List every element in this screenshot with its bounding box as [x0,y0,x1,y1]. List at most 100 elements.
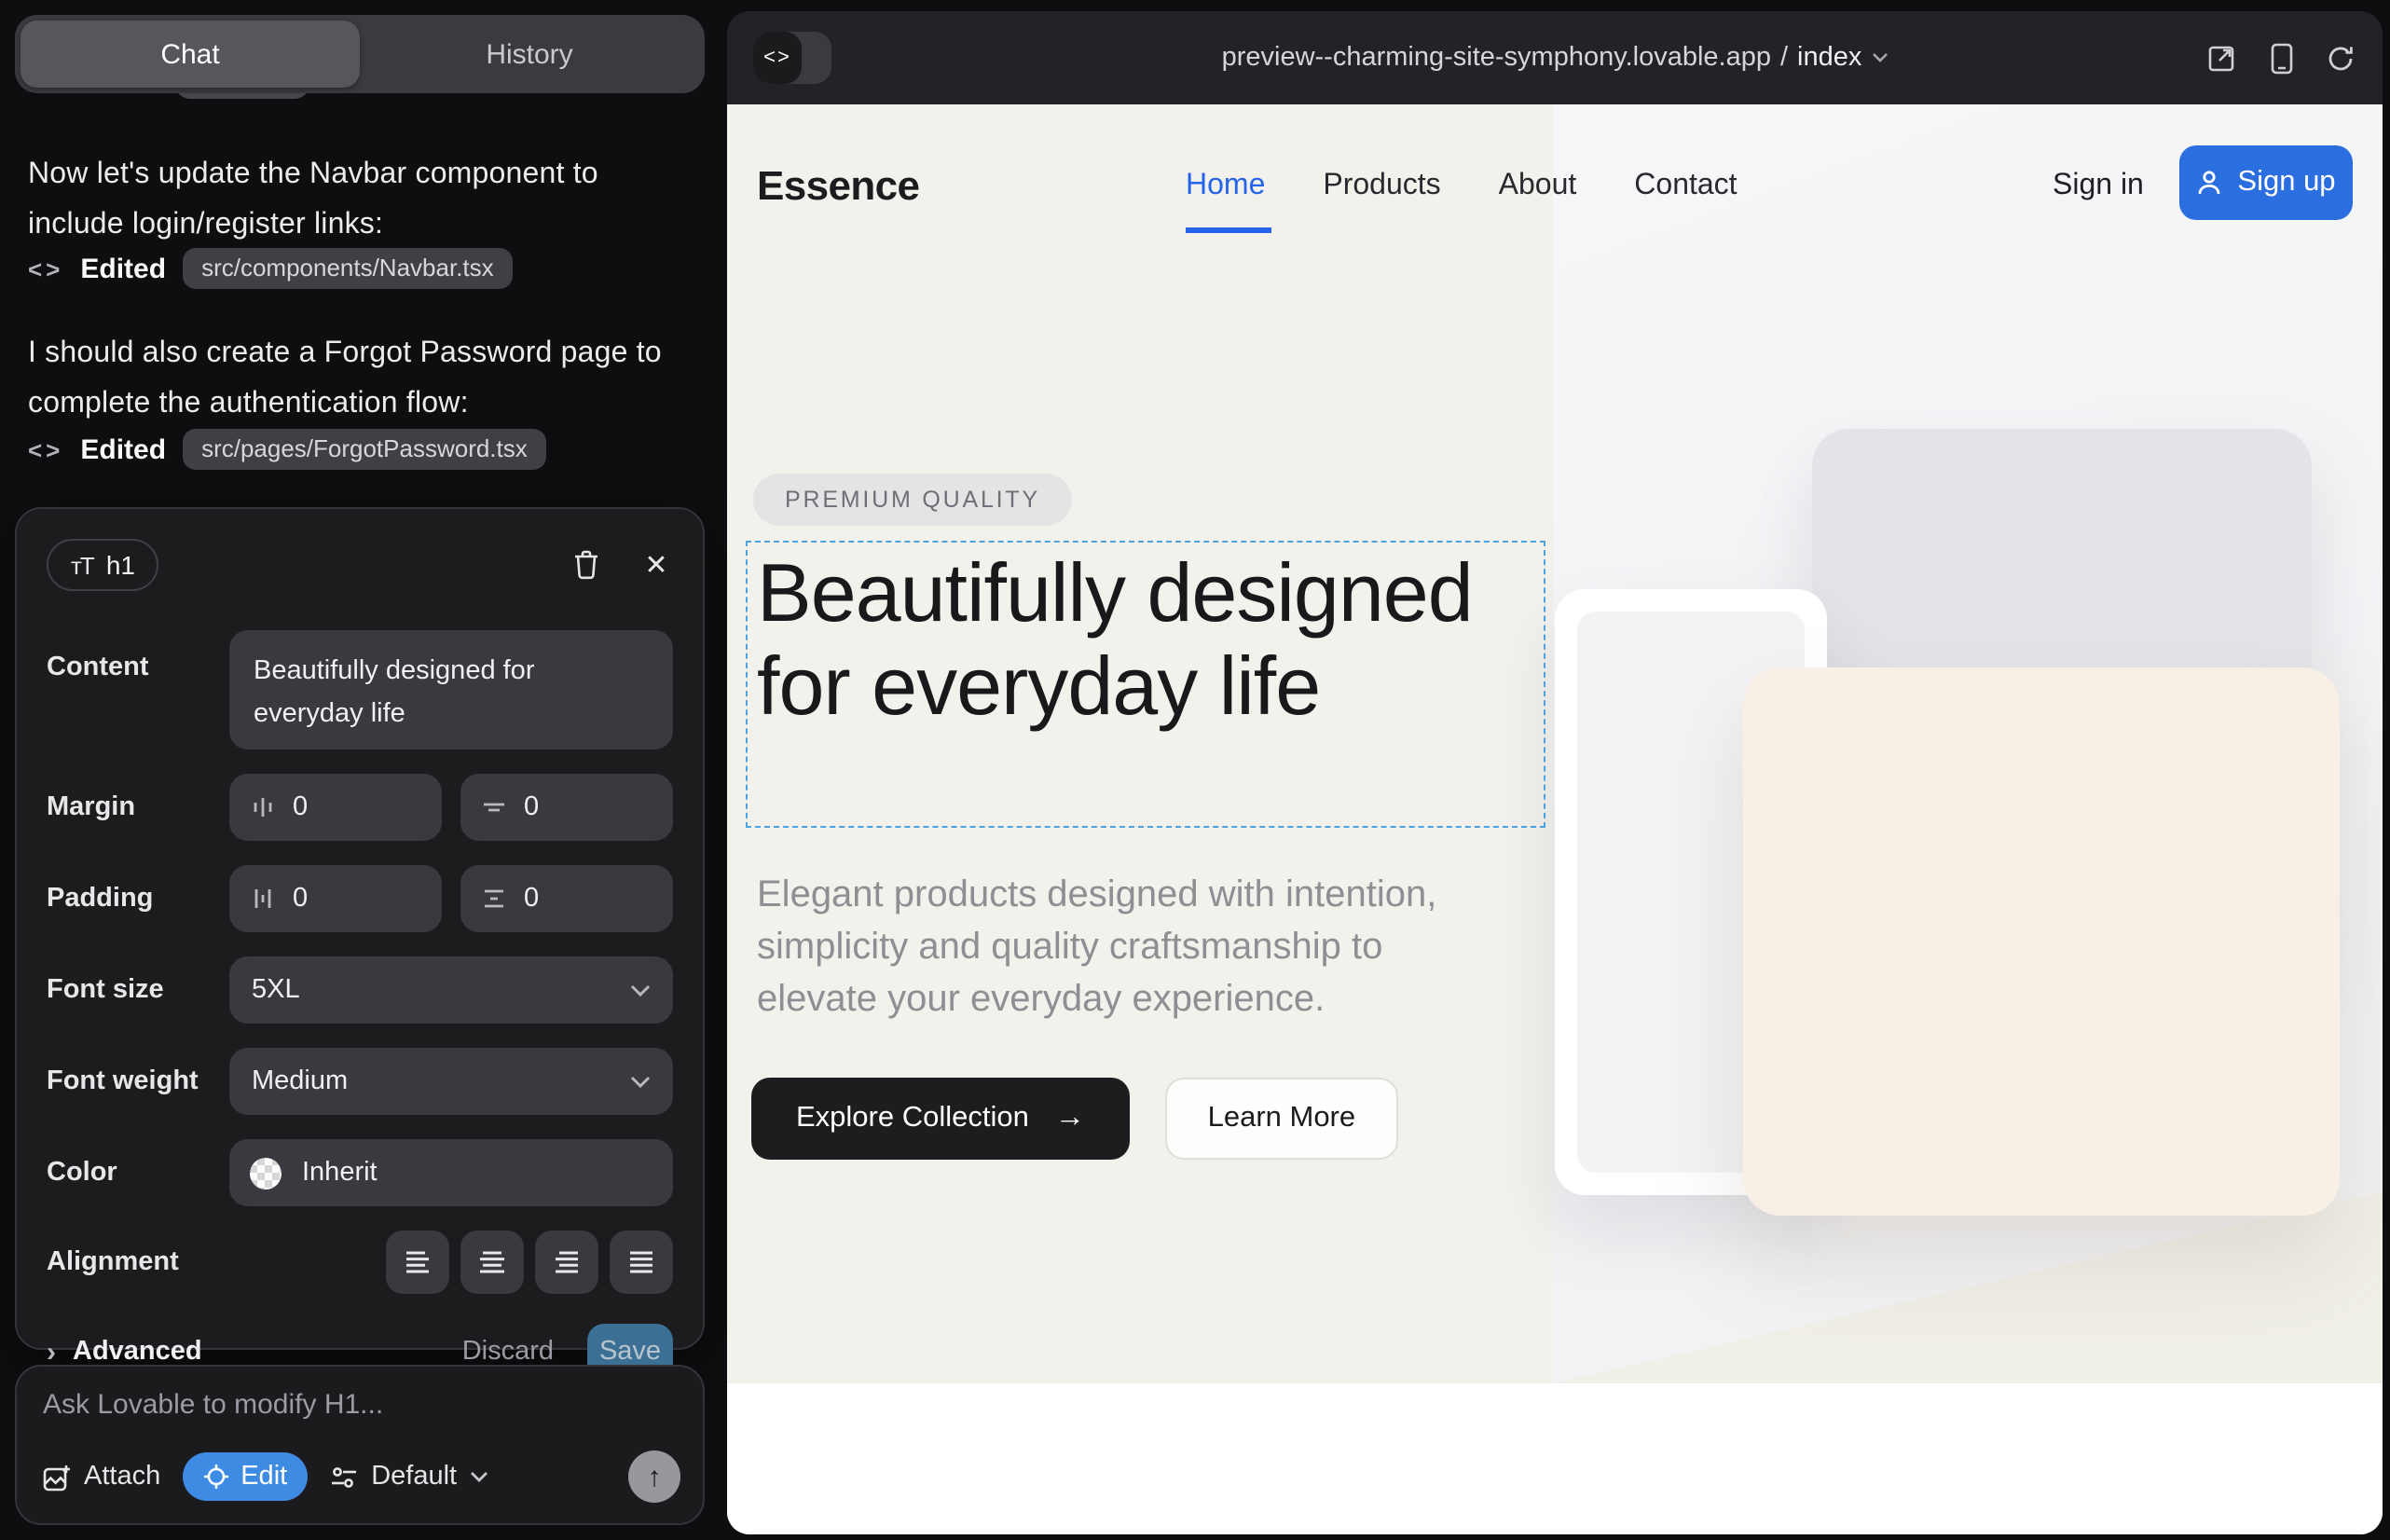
chat-history-tabbar: Chat History [15,15,705,93]
margin-horizontal-icon [250,794,276,820]
font-weight-value: Medium [252,1066,348,1096]
font-size-label: Font size [47,975,229,1005]
element-editor-panel: тT h1 ✕ Content Beautifully designed for… [15,507,705,1350]
site-navbar: Essence Home Products About Contact Sign… [727,149,2383,224]
typography-icon: тT [71,551,93,579]
padding-x-value: 0 [293,884,308,914]
prompt-input[interactable]: Ask Lovable to modify H1... [43,1389,677,1421]
code-toggle-icon: <> [753,32,802,84]
color-input[interactable]: Inherit [229,1139,673,1206]
font-weight-label: Font weight [47,1066,229,1096]
nav-link-contact[interactable]: Contact [1634,170,1737,203]
margin-x-value: 0 [293,792,308,822]
model-mode-label: Default [371,1462,457,1492]
explore-collection-label: Explore Collection [796,1102,1029,1135]
chevron-down-icon [470,1471,488,1482]
active-nav-underline [1186,227,1271,232]
code-icon: <> [28,435,63,463]
url-host: preview--charming-site-symphony.lovable.… [1222,43,1771,73]
edit-mode-label: Edit [240,1462,287,1492]
code-preview-toggle[interactable]: <> [753,32,831,84]
model-mode-dropdown[interactable]: Default [330,1462,488,1492]
app-window: Chat History Now let's update the Navbar… [0,0,2390,1540]
mobile-device-icon [2270,42,2292,74]
align-left-icon [403,1249,433,1275]
edit-action-label: Edited [80,433,166,465]
mobile-view-button[interactable] [2265,42,2297,74]
nav-link-home[interactable]: Home [1186,170,1265,203]
margin-y-input[interactable]: 0 [460,774,673,841]
edited-file-badge[interactable]: src/components/Navbar.tsx [183,248,513,289]
nav-link-about[interactable]: About [1499,170,1577,203]
premium-quality-badge: PREMIUM QUALITY [753,474,1072,526]
color-label: Color [47,1158,229,1188]
target-icon [203,1464,229,1490]
sign-up-label: Sign up [2237,166,2335,199]
learn-more-button[interactable]: Learn More [1165,1078,1398,1160]
color-swatch [250,1157,282,1189]
align-center-button[interactable] [460,1231,524,1294]
sign-up-button[interactable]: Sign up [2179,145,2353,220]
assistant-message: I should also create a Forgot Password p… [28,328,692,429]
chevron-down-icon [630,983,651,997]
tab-history[interactable]: History [360,21,699,88]
padding-x-input[interactable]: 0 [229,865,442,932]
margin-x-input[interactable]: 0 [229,774,442,841]
chevron-down-icon [630,1075,651,1088]
chevron-right-icon: › [47,1336,56,1368]
align-right-icon [552,1249,582,1275]
font-size-value: 5XL [252,975,300,1005]
sliders-icon [330,1464,358,1489]
tab-chat[interactable]: Chat [21,21,360,88]
attach-image-icon [43,1463,71,1491]
discard-button[interactable]: Discard [462,1337,554,1367]
code-icon: <> [28,254,63,282]
preview-url: preview--charming-site-symphony.lovable.… [727,43,2383,73]
preview-frame: <> preview--charming-site-symphony.lovab… [727,11,2383,1534]
attach-label: Attach [84,1462,160,1492]
edited-file-badge[interactable]: src/pages/ForgotPassword.tsx [183,429,546,470]
send-button[interactable]: ↑ [628,1451,680,1503]
close-panel-button[interactable]: ✕ [639,548,673,582]
align-left-button[interactable] [386,1231,449,1294]
sign-in-link[interactable]: Sign in [2053,170,2144,203]
align-center-icon [477,1249,507,1275]
attach-button[interactable]: Attach [43,1462,160,1492]
hero-paragraph: Elegant products designed with intention… [757,869,1503,1025]
refresh-icon [2327,44,2355,72]
arrow-right-icon: → [1055,1102,1085,1135]
site-viewport: Essence Home Products About Contact Sign… [727,104,2383,1534]
alignment-label: Alignment [47,1247,229,1277]
chat-panel: Chat History Now let's update the Navbar… [0,0,727,1540]
element-tag-label: h1 [106,550,135,580]
advanced-expander[interactable]: › Advanced [47,1336,202,1368]
font-weight-select[interactable]: Medium [229,1048,673,1115]
font-size-select[interactable]: 5XL [229,956,673,1024]
trash-icon [571,550,599,580]
padding-horizontal-icon [250,886,276,912]
content-textarea[interactable]: Beautifully designed for everyday life [229,630,673,749]
margin-y-value: 0 [524,792,539,822]
open-in-new-tab-button[interactable] [2205,42,2237,74]
url-separator: / [1780,43,1788,73]
nav-link-products[interactable]: Products [1323,170,1440,203]
align-justify-button[interactable] [610,1231,673,1294]
delete-element-button[interactable] [569,548,602,582]
explore-collection-button[interactable]: Explore Collection → [751,1078,1130,1160]
margin-label: Margin [47,792,229,822]
margin-vertical-icon [481,794,507,820]
padding-y-input[interactable]: 0 [460,865,673,932]
align-right-button[interactable] [535,1231,598,1294]
site-logo[interactable]: Essence [757,162,919,211]
prompt-composer[interactable]: Ask Lovable to modify H1... Attach Ed [15,1365,705,1525]
hero-heading[interactable]: Beautifully designed for everyday life [757,548,1540,735]
refresh-button[interactable] [2325,42,2356,74]
assistant-message: Now let's update the Navbar component to… [28,149,692,250]
edited-file-row: <> Edited src/components/Navbar.tsx [28,244,513,293]
selected-element-chip[interactable]: тT h1 [47,539,159,591]
edit-mode-button[interactable]: Edit [183,1452,308,1501]
section-below-hero [727,1383,2383,1534]
hero-card-cream [1743,667,2340,1216]
padding-y-value: 0 [524,884,539,914]
preview-toolbar: <> preview--charming-site-symphony.lovab… [727,11,2383,104]
